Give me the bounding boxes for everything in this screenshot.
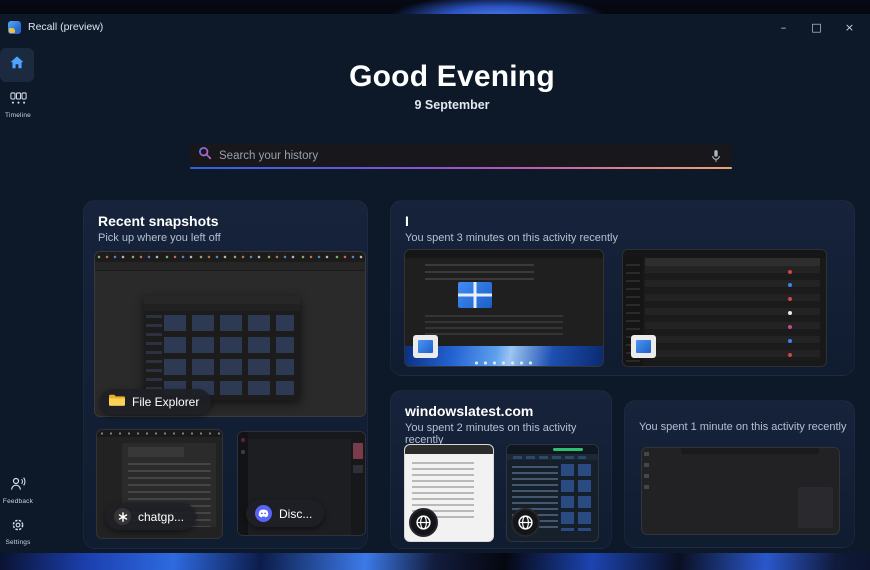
download-progress-bar: [552, 448, 584, 451]
snapshot-dark-app[interactable]: [641, 447, 840, 535]
list-header-row: [645, 258, 820, 266]
window-title: Recall (preview): [28, 21, 104, 33]
app-badge-chatgpt: chatgp...: [105, 503, 197, 530]
activity-title: I: [405, 213, 409, 229]
snapshot-webpage-light[interactable]: [404, 444, 494, 542]
snapshot-settings-app[interactable]: [404, 249, 604, 367]
snapshot-webpage-dark[interactable]: [506, 444, 599, 542]
search-gradient-underline: [190, 167, 732, 169]
greeting-title: Good Evening: [349, 60, 555, 93]
website-subtitle: You spent 2 minutes on this activity rec…: [405, 422, 577, 446]
card-recent-snapshots: Recent snapshots Pick up where you left …: [83, 200, 368, 549]
settings-label: Settings: [5, 539, 31, 546]
feedback-icon: [10, 476, 26, 496]
card-windowslatest: windowslatest.com You spent 2 minutes on…: [390, 390, 612, 549]
snapshot-process-list[interactable]: [622, 249, 827, 367]
timeline-icon: [9, 92, 27, 110]
microphone-icon[interactable]: [708, 147, 724, 165]
discord-icon: [255, 505, 272, 522]
browser-address-bar: [95, 262, 365, 271]
home-icon: [10, 56, 24, 74]
greeting-date: 9 September: [414, 98, 490, 112]
app-side-panel: [797, 486, 834, 528]
activity-subtitle: You spent 1 minute on this activity rece…: [639, 421, 847, 433]
app-titlebar-strip: [623, 250, 826, 258]
file-explorer-ribbon: [143, 304, 301, 312]
discord-topbar: [248, 432, 365, 439]
recent-snapshots-title: Recent snapshots: [98, 213, 219, 229]
file-explorer-window: [143, 296, 301, 400]
sidebar-item-home[interactable]: [0, 48, 34, 82]
sidebar: Timeline Feedback Settings: [0, 40, 40, 553]
app-left-rail: [644, 452, 649, 492]
app-titlebar-strip: [681, 448, 820, 454]
browser-chrome-strip: [405, 445, 493, 454]
folder-icon: [109, 394, 125, 410]
titlebar: Recall (preview) – □ ×: [0, 14, 870, 40]
maximize-button[interactable]: □: [800, 14, 833, 40]
timeline-label: Timeline: [5, 112, 31, 119]
detail-text-lines: [424, 314, 564, 336]
card-activity-1-minute: You spent 1 minute on this activity rece…: [624, 400, 855, 548]
snapshot-chatgpt[interactable]: chatgp...: [96, 429, 223, 539]
badge-label: chatgp...: [138, 509, 185, 524]
mini-app-dialog: [413, 335, 438, 358]
discord-member-column: [351, 439, 365, 535]
detail-text-lines: [424, 263, 534, 281]
sidebar-item-timeline[interactable]: Timeline: [0, 92, 36, 119]
recall-app-icon-notch: [9, 28, 15, 33]
search-bar[interactable]: [190, 144, 732, 167]
feedback-label: Feedback: [2, 498, 34, 505]
windows-logo-icon: [418, 340, 433, 353]
globe-icon: [409, 508, 438, 537]
activity-subtitle: You spent 3 minutes on this activity rec…: [405, 232, 618, 244]
search-icon: [198, 146, 212, 165]
windows-logo-icon: [636, 340, 651, 353]
windows-logo-image: [458, 282, 493, 309]
browser-tab-strip: [95, 252, 365, 262]
close-button[interactable]: ×: [833, 14, 866, 40]
minimize-button[interactable]: –: [767, 14, 800, 40]
list-rows: [645, 266, 820, 360]
app-titlebar-strip: [405, 250, 603, 258]
sidebar-item-settings[interactable]: Settings: [0, 518, 36, 546]
search-input[interactable]: [219, 149, 708, 162]
globe-icon: [511, 508, 540, 537]
card-activity-3-minutes: I You spent 3 minutes on this activity r…: [390, 200, 855, 376]
recent-snapshots-subtitle: Pick up where you left off: [98, 232, 221, 244]
desktop-wallpaper-top: [0, 0, 870, 14]
browser-tab-strip: [97, 430, 222, 437]
desktop-wallpaper-bottom: [0, 553, 870, 570]
app-badge-discord: Disc...: [246, 500, 325, 527]
file-explorer-titlebar: [143, 296, 301, 305]
taskbar-icons: [472, 360, 536, 365]
list-status-icons: [788, 270, 792, 274]
website-title: windowslatest.com: [405, 403, 534, 419]
recall-app-window: Recall (preview) – □ × Timeline Feedback: [0, 14, 870, 553]
recall-app-icon: [8, 21, 21, 34]
app-badge-file-explorer: File Explorer: [100, 389, 212, 415]
badge-label: Disc...: [279, 506, 313, 521]
snapshot-discord[interactable]: Disc...: [237, 431, 366, 536]
gear-icon: [11, 518, 25, 537]
site-nav-strip: [507, 454, 598, 460]
badge-label: File Explorer: [132, 395, 200, 409]
file-explorer-thumbnail-grid: [163, 315, 295, 395]
mini-app-dialog: [631, 335, 656, 358]
chatgpt-icon: [114, 508, 131, 525]
sidebar-item-feedback[interactable]: Feedback: [0, 476, 36, 505]
file-explorer-nav-pane: [145, 315, 162, 395]
window-controls: – □ ×: [767, 14, 866, 40]
article-image-tiles: [560, 464, 594, 532]
